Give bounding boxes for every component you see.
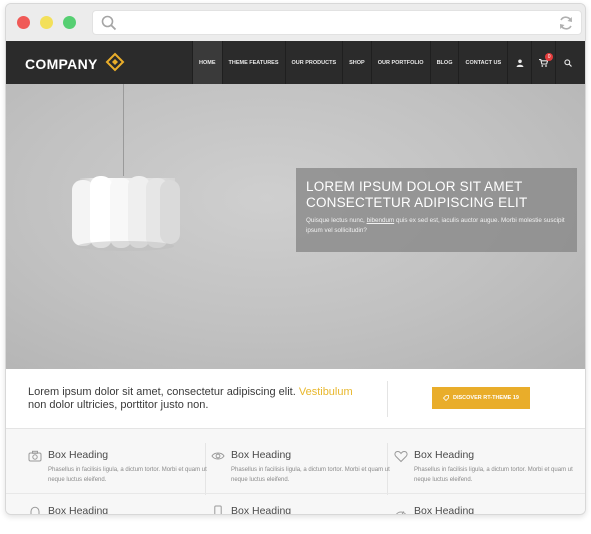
hero-text-link[interactable]: bibendum: [367, 217, 395, 224]
promo-divider: [387, 381, 388, 417]
box-heading: Box Heading: [48, 505, 109, 515]
search-icon: [101, 15, 117, 31]
hero-caption: LOREM IPSUM DOLOR SIT AMET CONSECTETUR A…: [296, 168, 577, 252]
gauge-icon: [396, 511, 406, 514]
tag-icon: [442, 395, 449, 401]
promo-text-end: non dolor ultricies, porttitor justo non…: [28, 399, 209, 411]
box-heading: Box Heading: [48, 449, 109, 461]
site-search-button[interactable]: [555, 41, 579, 84]
hero-slider: LOREM IPSUM DOLOR SIT AMET CONSECTETUR A…: [6, 84, 585, 369]
nav-our-portfolio[interactable]: OUR PORTFOLIO: [370, 41, 430, 84]
cart-button[interactable]: 0: [531, 41, 555, 84]
box-heading: Box Heading: [414, 505, 475, 515]
lamp-cord: [123, 84, 124, 176]
user-icon: [516, 59, 524, 67]
row-divider: [6, 493, 585, 494]
close-window-button[interactable]: [17, 16, 30, 29]
promo-text: Lorem ipsum dolor sit amet, consectetur …: [28, 386, 373, 412]
box-text: Phasellus in facilisis ligula, a dictum …: [414, 467, 573, 483]
nav-shop[interactable]: SHOP: [342, 41, 371, 84]
search-icon: [563, 58, 572, 67]
box-text: Phasellus in facilisis ligula, a dictum …: [231, 467, 390, 483]
browser-window: COMPANY HOME THEME FEATURES OUR PRODUCTS…: [5, 3, 586, 515]
nav-contact-us[interactable]: CONTACT US: [458, 41, 507, 84]
site-header: COMPANY HOME THEME FEATURES OUR PRODUCTS…: [6, 41, 585, 84]
mobile-icon: [214, 505, 222, 514]
nav-theme-features[interactable]: THEME FEATURES: [221, 41, 285, 84]
browser-chrome: [6, 4, 585, 41]
user-button[interactable]: [507, 41, 531, 84]
site-logo[interactable]: COMPANY: [25, 56, 98, 72]
main-nav: HOME THEME FEATURES OUR PRODUCTS SHOP OU…: [192, 41, 579, 84]
hero-title-line1: LOREM IPSUM DOLOR SIT AMET: [306, 179, 523, 194]
bell-icon: [30, 506, 40, 514]
promo-text-start: Lorem ipsum dolor sit amet, consectetur …: [28, 386, 299, 398]
hero-title-line2: CONSECTETUR ADIPISCING ELIT: [306, 195, 528, 210]
eye-icon: [211, 452, 225, 460]
feature-boxes: Box Heading Phasellus in facilisis ligul…: [6, 429, 585, 515]
discover-button-label: DISCOVER RT-THEME 19: [452, 395, 519, 401]
camera-icon: [28, 450, 42, 462]
box-text: Phasellus in facilisis ligula, a dictum …: [48, 467, 207, 483]
address-bar[interactable]: [92, 10, 582, 35]
cart-count-badge: 0: [545, 53, 554, 61]
box-heading: Box Heading: [231, 505, 292, 515]
box-heading: Box Heading: [231, 449, 292, 461]
promo-bar: Lorem ipsum dolor sit amet, consectetur …: [6, 369, 585, 429]
heart-icon: [394, 450, 408, 463]
discover-button[interactable]: DISCOVER RT-THEME 19: [432, 387, 530, 409]
maximize-window-button[interactable]: [63, 16, 76, 29]
nav-blog[interactable]: BLOG: [429, 41, 459, 84]
box-heading: Box Heading: [414, 449, 475, 461]
nav-our-products[interactable]: OUR PRODUCTS: [284, 41, 343, 84]
pendant-lamp-image: [72, 176, 180, 251]
promo-accent: Vestibulum: [298, 386, 353, 398]
minimize-window-button[interactable]: [40, 16, 53, 29]
logo-diamond-icon: [105, 52, 125, 72]
hero-text-start: Quisque lectus nunc,: [306, 217, 367, 224]
hero-text: Quisque lectus nunc, bibendum quis ex se…: [306, 216, 567, 236]
nav-home[interactable]: HOME: [192, 41, 222, 84]
reload-icon[interactable]: [558, 15, 574, 31]
